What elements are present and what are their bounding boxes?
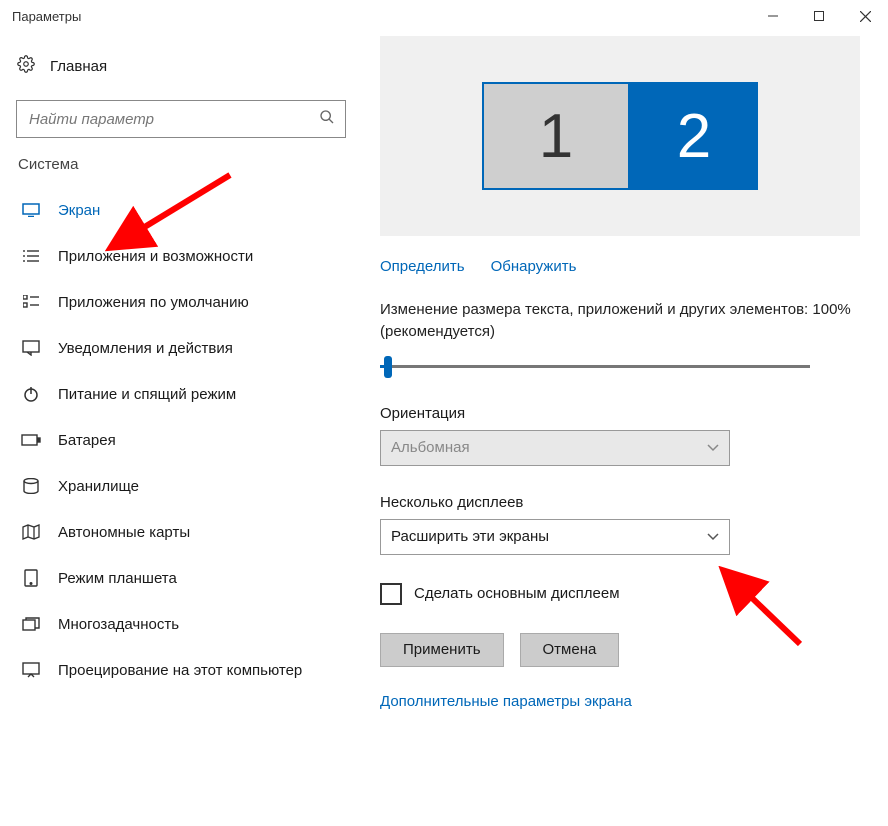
search-box[interactable] [16, 100, 346, 138]
multi-display-select[interactable]: Расширить эти экраны [380, 519, 730, 555]
multitask-icon [20, 617, 42, 631]
nav-offline-maps[interactable]: Автономные карты [16, 509, 360, 555]
list-icon [20, 249, 42, 263]
nav-tablet-mode[interactable]: Режим планшета [16, 555, 360, 601]
section-label: Система [18, 156, 360, 173]
detect-link[interactable]: Обнаружить [491, 258, 577, 275]
search-icon [319, 109, 335, 129]
orientation-value: Альбомная [391, 439, 470, 456]
make-main-checkbox[interactable] [380, 583, 402, 605]
nav-storage[interactable]: Хранилище [16, 463, 360, 509]
window-title: Параметры [12, 9, 81, 24]
map-icon [20, 524, 42, 540]
notifications-icon [20, 340, 42, 356]
nav-default-apps[interactable]: Приложения по умолчанию [16, 279, 360, 325]
gear-icon [16, 55, 36, 77]
nav-power-sleep[interactable]: Питание и спящий режим [16, 371, 360, 417]
nav-multitasking[interactable]: Многозадачность [16, 601, 360, 647]
display-preview[interactable]: 1 2 [380, 36, 860, 236]
chevron-down-icon [707, 439, 719, 456]
maximize-button[interactable] [796, 0, 842, 32]
orientation-select: Альбомная [380, 430, 730, 466]
advanced-display-link[interactable]: Дополнительные параметры экрана [380, 693, 860, 710]
nav-label: Режим планшета [58, 570, 177, 587]
nav-label: Экран [58, 202, 100, 219]
main-panel: 1 2 Определить Обнаружить Изменение разм… [360, 32, 888, 826]
cancel-button[interactable]: Отмена [520, 633, 620, 667]
chevron-down-icon [707, 528, 719, 545]
multi-display-value: Расширить эти экраны [391, 528, 549, 545]
sidebar: Главная Система Экран Приложения и возмо… [0, 32, 360, 826]
nav-display[interactable]: Экран [16, 187, 360, 233]
nav-label: Многозадачность [58, 616, 179, 633]
make-main-label: Сделать основным дисплеем [414, 585, 620, 602]
battery-icon [20, 434, 42, 446]
orientation-label: Ориентация [380, 405, 860, 422]
nav-battery[interactable]: Батарея [16, 417, 360, 463]
nav-label: Уведомления и действия [58, 340, 233, 357]
close-button[interactable] [842, 0, 888, 32]
nav-label: Хранилище [58, 478, 139, 495]
home-link[interactable]: Главная [16, 44, 360, 88]
nav-projecting[interactable]: Проецирование на этот компьютер [16, 647, 360, 693]
default-apps-icon [20, 295, 42, 309]
nav-label: Приложения по умолчанию [58, 294, 249, 311]
home-label: Главная [50, 58, 107, 75]
slider-thumb[interactable] [384, 356, 392, 378]
titlebar: Параметры [0, 0, 888, 32]
scale-slider[interactable] [380, 353, 810, 381]
nav-apps-features[interactable]: Приложения и возможности [16, 233, 360, 279]
scale-label: Изменение размера текста, приложений и д… [380, 299, 860, 343]
apply-button[interactable]: Применить [380, 633, 504, 667]
nav-label: Питание и спящий режим [58, 386, 236, 403]
nav-label: Батарея [58, 432, 116, 449]
project-icon [20, 662, 42, 678]
storage-icon [20, 478, 42, 494]
multi-display-label: Несколько дисплеев [380, 494, 860, 511]
monitor-icon [20, 203, 42, 217]
search-input[interactable] [27, 110, 319, 129]
nav-notifications[interactable]: Уведомления и действия [16, 325, 360, 371]
nav-label: Проецирование на этот компьютер [58, 662, 302, 679]
identify-link[interactable]: Определить [380, 258, 465, 275]
nav-label: Приложения и возможности [58, 248, 253, 265]
monitor-2[interactable]: 2 [630, 82, 758, 190]
monitor-1[interactable]: 1 [482, 82, 630, 190]
nav-label: Автономные карты [58, 524, 190, 541]
tablet-icon [20, 569, 42, 587]
power-icon [20, 386, 42, 402]
minimize-button[interactable] [750, 0, 796, 32]
make-main-checkbox-row[interactable]: Сделать основным дисплеем [380, 583, 860, 605]
